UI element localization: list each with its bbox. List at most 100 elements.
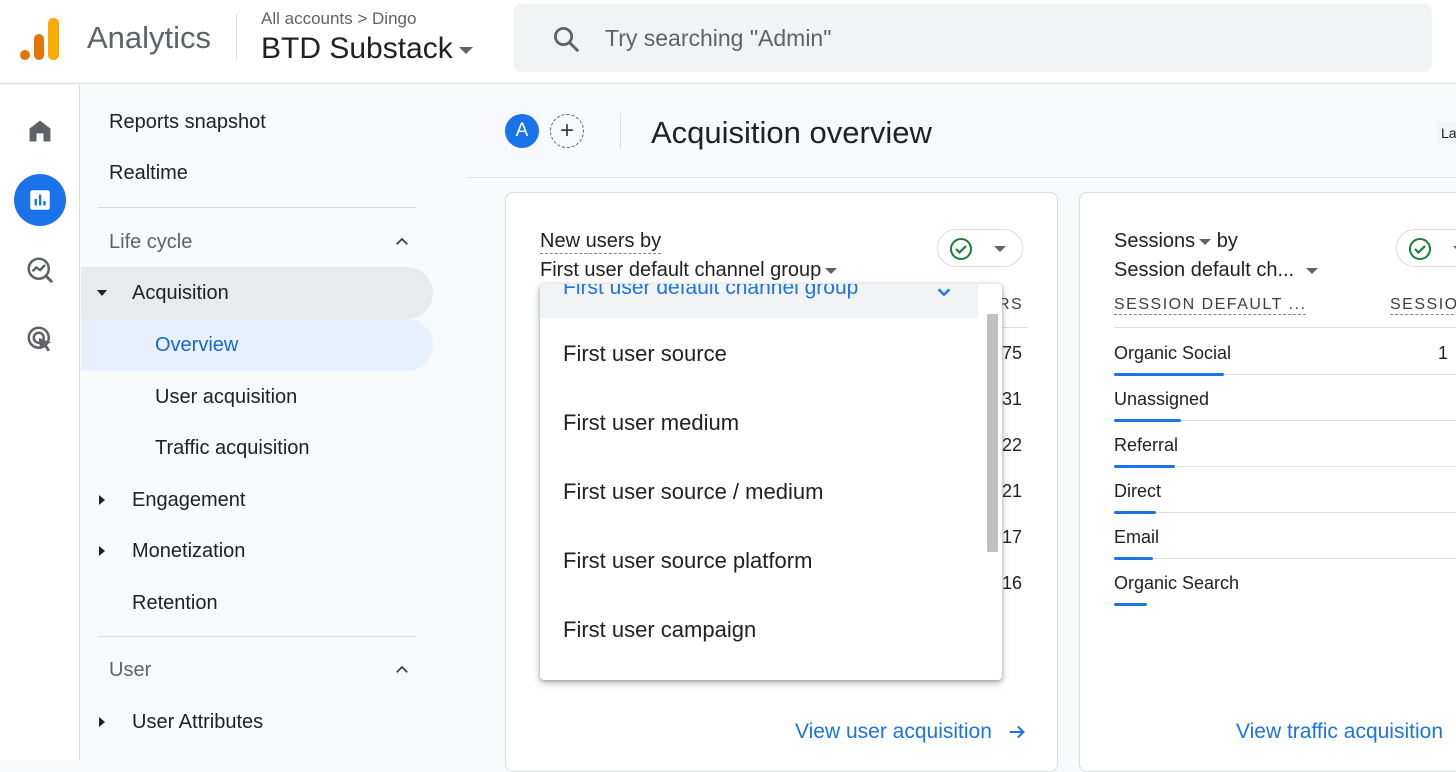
nav-divider (98, 636, 416, 637)
rail-reports-button[interactable] (14, 174, 66, 226)
search-bar[interactable] (513, 4, 1432, 72)
advertising-icon (27, 326, 52, 352)
link-label: View user acquisition (795, 720, 992, 743)
metric-selector[interactable]: Sessions by (1114, 230, 1238, 253)
dropdown-option[interactable]: First user medium (540, 388, 980, 457)
sidebar-section-user[interactable]: User (81, 644, 433, 696)
table-cell-value: 21 (1002, 481, 1023, 501)
rail-home-button[interactable] (14, 105, 66, 157)
view-user-acquisition-link[interactable]: View user acquisition (795, 720, 1028, 744)
rail-advertising-button[interactable] (14, 313, 66, 365)
explore-icon (27, 257, 53, 283)
search-input[interactable] (605, 19, 1365, 57)
row-divider (1224, 374, 1456, 375)
caret-down-icon (994, 246, 1006, 252)
sidebar-item-traffic-acquisition[interactable]: Traffic acquisition (81, 422, 433, 474)
expand-right-icon (99, 495, 105, 505)
sidebar-item-retention[interactable]: Retention (81, 577, 433, 629)
expand-right-icon (99, 546, 105, 556)
arrow-right-icon (1009, 726, 1025, 739)
metric-label[interactable]: New users by (540, 230, 662, 254)
search-icon (554, 27, 579, 52)
sidebar-item-label: Monetization (132, 539, 246, 562)
dropdown-option[interactable]: First user campaign (540, 595, 980, 664)
property-selector[interactable]: BTD Substack (261, 32, 473, 66)
account-breadcrumb[interactable]: All accounts > Dingo (261, 9, 416, 29)
dimension-selector[interactable]: Session default ch... (1114, 259, 1319, 282)
caret-down-icon (1199, 238, 1212, 245)
table-cell-value: 75 (1002, 343, 1023, 363)
sidebar-section-lifecycle[interactable]: Life cycle (81, 216, 433, 268)
sidebar-section-label: User (109, 658, 152, 681)
check-circle-icon (950, 238, 972, 260)
row-divider (1181, 420, 1456, 421)
caret-down-icon (825, 267, 838, 274)
view-traffic-acquisition-link[interactable]: View traffic acquisition (1236, 720, 1443, 744)
sessions-card: Sessions by Session default ch... SESSIO… (1079, 192, 1456, 772)
sidebar-item-user-attributes[interactable]: User Attributes (81, 696, 433, 748)
row-divider (1175, 466, 1456, 467)
dimension-label: Session default ch... (1114, 259, 1295, 281)
row-divider (1156, 512, 1456, 513)
home-icon (29, 120, 51, 142)
sidebar-item-overview[interactable]: Overview (81, 319, 433, 371)
dropdown-option[interactable]: First user source platform (540, 526, 980, 595)
sidebar-item-label: Traffic acquisition (155, 436, 310, 459)
chevron-down-icon (937, 288, 951, 297)
channel-row-bar (1114, 557, 1153, 560)
analytics-logo-icon[interactable] (20, 18, 60, 60)
check-circle-icon (1409, 238, 1431, 260)
column-header-sessions[interactable]: SESSIO (1390, 296, 1456, 315)
dropdown-scrollbar[interactable] (987, 314, 998, 552)
rail-explore-button[interactable] (14, 244, 66, 296)
channel-row-label: Organic Social (1114, 343, 1232, 363)
comparison-chip[interactable] (937, 229, 1023, 267)
channel-row-bar (1114, 465, 1175, 468)
column-header-dimension[interactable]: SESSION DEFAULT ... (1114, 296, 1307, 315)
sidebar-item-acquisition[interactable]: Acquisition (81, 267, 433, 319)
expand-down-icon (97, 290, 107, 296)
comparison-chip[interactable] (1396, 229, 1456, 267)
metric-label: Sessions (1114, 230, 1196, 252)
dropdown-option[interactable]: First user source (540, 319, 980, 388)
chevron-up-icon (396, 665, 408, 673)
sidebar-item-label: User Attributes (132, 710, 264, 733)
sidebar-item-label: User acquisition (155, 385, 298, 408)
sidebar-item-label: Reports snapshot (109, 110, 266, 133)
sidebar-item-reports-snapshot[interactable]: Reports snapshot (81, 96, 433, 148)
add-comparison-button[interactable]: + (550, 114, 584, 148)
row-divider (998, 327, 1028, 328)
table-cell-value: 17 (1002, 527, 1023, 547)
comparison-avatar[interactable]: A (505, 114, 539, 148)
sidebar-item-label: Acquisition (132, 281, 229, 304)
table-cell-value: 22 (1002, 435, 1023, 455)
channel-row-label: Direct (1114, 481, 1162, 501)
title-rule (467, 177, 1456, 178)
dimension-selector[interactable]: First user default channel group (540, 259, 838, 282)
date-range-button[interactable]: La (1437, 122, 1456, 144)
dimension-dropdown-menu: First user default channel group First u… (540, 284, 1002, 680)
nav-divider (98, 207, 416, 208)
reports-icon (30, 190, 50, 210)
selected-option-label: First user default channel group (563, 284, 859, 299)
top-app-bar: Analytics All accounts > Dingo BTD Subst… (0, 0, 1456, 84)
dropdown-option[interactable]: First user source / medium (540, 457, 980, 526)
expand-right-icon (99, 717, 105, 727)
channel-row-bar (1114, 603, 1147, 606)
property-name: BTD Substack (261, 32, 453, 65)
app-name: Analytics (87, 20, 212, 55)
table-cell-value: 16 (1002, 573, 1023, 593)
sidebar-item-label: Engagement (132, 488, 246, 511)
sidebar-item-monetization[interactable]: Monetization (81, 525, 433, 577)
caret-down-icon (458, 46, 473, 54)
channel-row-bar (1114, 373, 1224, 376)
channel-row-label: Unassigned (1114, 389, 1210, 409)
row-divider (1153, 558, 1456, 559)
sidebar-item-realtime[interactable]: Realtime (81, 147, 433, 199)
dropdown-selected-option[interactable]: First user default channel group (540, 284, 978, 318)
navigation-rail (0, 85, 80, 760)
sidebar-item-label: Overview (155, 333, 239, 356)
sidebar-item-engagement[interactable]: Engagement (81, 474, 433, 526)
channel-row-label: Organic Search (1114, 573, 1240, 593)
sidebar-item-user-acquisition[interactable]: User acquisition (81, 371, 433, 423)
